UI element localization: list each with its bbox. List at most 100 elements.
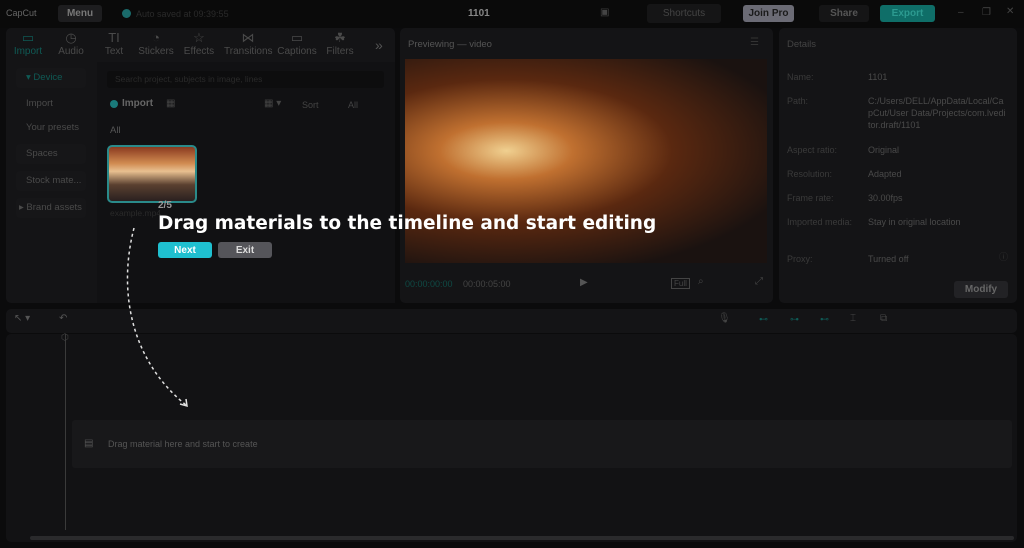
undo-icon[interactable]: ↶ — [59, 313, 67, 324]
detail-label: Path: — [787, 96, 809, 106]
tab-label: Filters — [326, 46, 354, 57]
preview-title: Previewing — video — [408, 39, 492, 50]
captions-icon: ▭ — [290, 30, 304, 45]
export-button[interactable]: Export — [880, 5, 935, 22]
title-bar: CapCut Menu Auto saved at 09:39:55 1101 … — [0, 0, 1024, 28]
tour-exit-button[interactable]: Exit — [218, 242, 272, 258]
detail-label: Aspect ratio: — [787, 145, 838, 155]
menu-button[interactable]: Menu — [58, 5, 102, 22]
tour-next-button[interactable]: Next — [158, 242, 212, 258]
layout-icon[interactable]: ▣ — [600, 7, 609, 18]
sidebar-item-presets[interactable]: Your presets — [16, 118, 86, 138]
tab-label: Transitions — [224, 46, 273, 57]
detail-value: Original — [868, 145, 900, 155]
import-button[interactable]: Import — [110, 98, 153, 109]
film-icon: ▤ — [84, 438, 94, 449]
preview-axis-icon[interactable]: ⧉ — [880, 313, 887, 324]
tour-message: Drag materials to the timeline and start… — [158, 213, 657, 234]
media-thumbnail[interactable] — [107, 145, 197, 203]
tab-label: Audio — [58, 46, 84, 57]
tab-label: Text — [104, 46, 124, 57]
play-icon[interactable]: ▶ — [580, 277, 588, 288]
tab-text[interactable]: TI Text — [94, 30, 134, 57]
detail-label: Frame rate: — [787, 193, 834, 203]
tab-transitions[interactable]: ⋈ Transitions — [224, 30, 273, 57]
tab-label: Effects — [183, 46, 215, 57]
effects-icon: ☆ — [193, 30, 205, 45]
details-title: Details — [787, 39, 817, 50]
sidebar-label: Stock mate... — [26, 175, 82, 186]
select-tool-icon[interactable]: ↖ ▾ — [14, 313, 30, 324]
info-icon[interactable]: ⓘ — [999, 250, 1008, 263]
sidebar-item-spaces[interactable]: Spaces — [16, 144, 86, 164]
link-icon[interactable]: ⊷ — [759, 314, 768, 325]
detail-value: 1101 — [868, 72, 888, 82]
capcut-logo: CapCut — [6, 8, 37, 18]
filter-all-button[interactable]: All — [348, 100, 358, 110]
search-input[interactable]: Search project, subjects in image, lines — [107, 71, 384, 88]
playhead-handle-icon[interactable]: ⬡ — [61, 332, 69, 343]
fullscreen-icon[interactable]: ⤢ — [755, 276, 763, 287]
share-button[interactable]: Share — [819, 5, 869, 22]
tab-label: Stickers — [138, 46, 174, 57]
detail-value: C:/Users/DELL/AppData/Local/CapCut/User … — [868, 96, 1006, 130]
import-label: Import — [122, 98, 154, 109]
sidebar-label: Device — [33, 72, 63, 83]
sidebar-label: Spaces — [26, 148, 58, 159]
detail-label: Proxy: — [787, 254, 813, 264]
detail-value: Turned off — [868, 254, 909, 264]
more-tabs-icon[interactable]: » — [375, 37, 383, 53]
total-time: 00:00:05:00 — [463, 279, 511, 289]
sidebar-item-stock[interactable]: Stock mate... — [16, 171, 86, 191]
tab-filters[interactable]: ☘ Filters — [320, 30, 360, 57]
tab-captions[interactable]: ▭ Captions — [275, 30, 319, 57]
detail-label: Imported media: — [787, 217, 853, 227]
split-icon[interactable]: ⌶ — [850, 313, 856, 324]
close-icon[interactable]: ✕ — [1006, 6, 1014, 17]
sort-button[interactable]: Sort — [302, 100, 319, 110]
tab-label: Captions — [277, 46, 317, 57]
join-pro-button[interactable]: Join Pro — [743, 5, 794, 22]
tab-stickers[interactable]: ◔ Stickers — [136, 30, 176, 57]
zoom-preview-icon[interactable]: ⌕ — [698, 276, 704, 287]
shortcuts-label: Shortcuts — [662, 8, 706, 19]
sidebar-item-import[interactable]: Import — [16, 94, 86, 114]
timeline-scrollbar[interactable] — [30, 536, 1014, 540]
tab-import[interactable]: ▭ Import — [8, 30, 48, 57]
magnet-icon[interactable]: ⊶ — [790, 314, 799, 325]
detail-value: Stay in original location — [868, 217, 961, 227]
drop-hint: Drag material here and start to create — [108, 439, 258, 449]
tab-audio[interactable]: ◷ Audio — [51, 30, 91, 57]
filters-icon: ☘ — [334, 30, 346, 45]
microphone-icon[interactable]: 🎙 — [718, 313, 731, 324]
snap-icon[interactable]: ⊷ — [820, 314, 829, 325]
current-time: 00:00:00:00 — [405, 279, 453, 289]
view-toggle-icon[interactable]: ▦ ▾ — [264, 98, 281, 109]
tab-effects[interactable]: ☆ Effects — [179, 30, 219, 57]
qr-icon[interactable]: ▦ — [166, 98, 175, 109]
autosave-status: Auto saved at 09:39:55 — [136, 9, 229, 19]
sidebar-label: Import — [26, 98, 53, 109]
import-icon: ▭ — [21, 30, 35, 45]
sidebar-item-brand[interactable]: ▸ Brand assets — [16, 198, 86, 218]
detail-label: Name: — [787, 72, 814, 82]
shortcuts-button[interactable]: Shortcuts — [647, 4, 721, 23]
autosave-check-icon — [122, 9, 131, 18]
import-dot-icon — [110, 99, 118, 108]
sidebar-label: Brand assets — [26, 202, 82, 213]
transitions-icon: ⋈ — [241, 30, 255, 45]
detail-value: 30.00fps — [868, 193, 903, 203]
full-quality-button[interactable]: Full — [671, 278, 690, 289]
sidebar-item-device[interactable]: ▾ Device — [16, 68, 86, 88]
stickers-icon: ◔ — [152, 30, 160, 45]
all-label: All — [110, 125, 121, 136]
minimize-icon[interactable]: – — [958, 7, 964, 18]
tab-label: Import — [13, 46, 43, 57]
preview-menu-icon[interactable]: ☰ — [750, 37, 759, 48]
playhead[interactable] — [65, 334, 66, 530]
modify-button[interactable]: Modify — [954, 281, 1008, 298]
restore-icon[interactable]: ❐ — [982, 7, 991, 18]
text-icon: TI — [108, 30, 120, 45]
search-placeholder: Search project, subjects in image, lines — [115, 74, 263, 84]
project-title: 1101 — [468, 8, 490, 19]
